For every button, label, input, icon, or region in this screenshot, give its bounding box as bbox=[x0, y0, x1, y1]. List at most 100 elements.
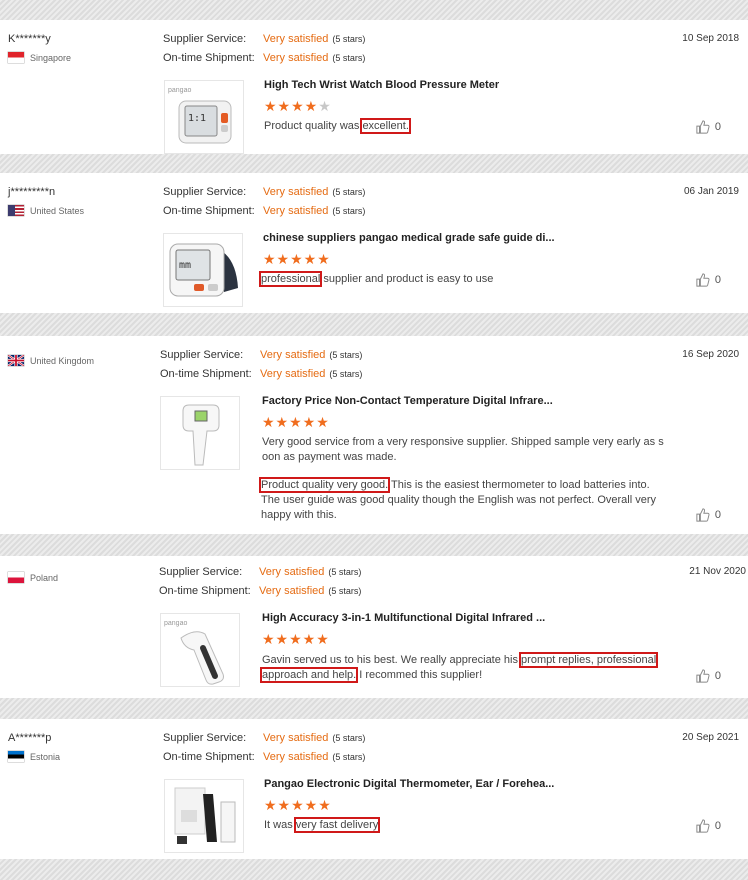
review-card: A*******p Estonia Supplier Service: Very … bbox=[0, 719, 748, 859]
comment-text: I recommed this supplier! bbox=[356, 669, 483, 681]
like-button[interactable]: 0 bbox=[696, 669, 721, 683]
like-count: 0 bbox=[714, 820, 721, 832]
supplier-service-rating: Supplier Service: Very satisfied (5 stars) bbox=[163, 732, 365, 744]
stars-text: (5 stars) bbox=[332, 53, 366, 63]
united-states-flag-icon bbox=[8, 205, 24, 216]
thumbs-up-icon bbox=[696, 120, 710, 134]
stars-text: (5 stars) bbox=[329, 350, 363, 360]
stars-text: (5 stars) bbox=[332, 206, 366, 216]
comment-text: Gavin served us to his best. We really a… bbox=[262, 654, 522, 666]
review-date: 20 Sep 2021 bbox=[682, 732, 739, 743]
thumbs-up-icon bbox=[696, 819, 710, 833]
rating-text: Very satisfied bbox=[259, 585, 325, 597]
country-label: Singapore bbox=[30, 52, 72, 63]
review-card: K*******y Singapore Supplier Service: Ver… bbox=[0, 20, 748, 154]
pangao-logo: pangao bbox=[164, 620, 187, 627]
comment-text: It was bbox=[264, 819, 296, 831]
reviewer-name: A*******p bbox=[8, 732, 52, 744]
reviewer-country: United Kingdom bbox=[8, 355, 94, 366]
like-count: 0 bbox=[714, 274, 721, 286]
like-button[interactable]: 0 bbox=[696, 120, 721, 134]
comment-text: Product quality was bbox=[264, 120, 363, 132]
product-thumbnail[interactable]: pangao 1:1 bbox=[164, 80, 244, 154]
arm-blood-pressure-monitor-image: mm bbox=[169, 243, 238, 297]
stars-text: (5 stars) bbox=[329, 369, 363, 379]
rating-text: Very satisfied bbox=[263, 186, 329, 198]
reviewer-name: K*******y bbox=[8, 33, 51, 45]
reviewer-country: Estonia bbox=[8, 751, 60, 762]
svg-text:mm: mm bbox=[179, 260, 191, 271]
review-comment: professional supplier and product is eas… bbox=[258, 271, 494, 287]
like-button[interactable]: 0 bbox=[696, 819, 721, 833]
comment-line: happy with this. bbox=[261, 509, 337, 521]
comment-line: The user guide was good quality though t… bbox=[261, 494, 657, 506]
product-title-link[interactable]: High Accuracy 3-in-1 Multifunctional Dig… bbox=[262, 612, 545, 624]
digital-thermometer-image bbox=[174, 787, 236, 844]
highlighted-phrase: very fast delivery bbox=[293, 817, 381, 833]
supplier-service-label: Supplier Service: bbox=[163, 186, 247, 198]
blood-pressure-monitor-image: pangao 1:1 bbox=[168, 87, 232, 144]
product-title-link[interactable]: chinese suppliers pangao medical grade s… bbox=[263, 232, 555, 244]
comment-line: oon as payment was made. bbox=[262, 451, 397, 463]
stars-text: (5 stars) bbox=[332, 733, 366, 743]
thumbs-up-icon bbox=[696, 273, 710, 287]
ontime-shipment-rating: On-time Shipment: Very satisfied (5 stars) bbox=[163, 751, 365, 763]
ontime-shipment-label: On-time Shipment: bbox=[163, 205, 255, 217]
product-thumbnail[interactable]: mm bbox=[163, 233, 243, 307]
stars-text: (5 stars) bbox=[332, 34, 366, 44]
rating-text: Very satisfied bbox=[263, 205, 329, 217]
supplier-service-label: Supplier Service: bbox=[163, 33, 247, 45]
highlighted-phrase: prompt replies, professional bbox=[519, 652, 659, 668]
product-title-link[interactable]: Pangao Electronic Digital Thermometer, E… bbox=[264, 778, 554, 790]
review-date: 21 Nov 2020 bbox=[689, 566, 746, 577]
like-button[interactable]: 0 bbox=[696, 508, 721, 522]
supplier-service-rating: Supplier Service: Very satisfied (5 stars) bbox=[160, 349, 362, 361]
highlighted-phrase: excellent. bbox=[360, 118, 411, 134]
review-date: 10 Sep 2018 bbox=[682, 33, 739, 44]
ontime-shipment-label: On-time Shipment: bbox=[163, 751, 255, 763]
singapore-flag-icon bbox=[8, 52, 24, 63]
review-date: 06 Jan 2019 bbox=[683, 186, 739, 197]
star-rating: ★★★★★ bbox=[262, 632, 330, 646]
rating-text: Very satisfied bbox=[260, 368, 326, 380]
reviewer-name: j*********n bbox=[8, 186, 56, 198]
united-kingdom-flag-icon bbox=[8, 355, 24, 366]
highlighted-phrase: Product quality very good. bbox=[258, 477, 391, 493]
star-rating: ★★★★★ bbox=[264, 798, 332, 812]
thumbs-up-icon bbox=[696, 669, 710, 683]
like-button[interactable]: 0 bbox=[696, 273, 721, 287]
estonia-flag-icon bbox=[8, 751, 24, 762]
poland-flag-icon bbox=[8, 572, 24, 583]
country-label: United States bbox=[30, 205, 85, 216]
ontime-shipment-label: On-time Shipment: bbox=[163, 52, 255, 64]
star-rating: ★★★★★ bbox=[264, 99, 332, 113]
product-title-link[interactable]: High Tech Wrist Watch Blood Pressure Met… bbox=[264, 79, 499, 91]
review-comment: Very good service from a very responsive… bbox=[262, 435, 664, 465]
rating-text: Very satisfied bbox=[263, 751, 329, 763]
stars-text: (5 stars) bbox=[332, 752, 366, 762]
comment-text: supplier and product is easy to use bbox=[320, 273, 494, 285]
ontime-shipment-label: On-time Shipment: bbox=[159, 585, 251, 597]
ontime-shipment-rating: On-time Shipment: Very satisfied (5 stars) bbox=[163, 205, 365, 217]
supplier-service-rating: Supplier Service: Very satisfied (5 stars) bbox=[159, 566, 361, 578]
supplier-service-label: Supplier Service: bbox=[160, 349, 244, 361]
supplier-service-rating: Supplier Service: Very satisfied (5 stars) bbox=[163, 33, 365, 45]
stars-text: (5 stars) bbox=[328, 586, 362, 596]
product-thumbnail[interactable]: pangao bbox=[160, 613, 240, 687]
star-icon: ★★★★ bbox=[264, 98, 319, 114]
star-rating: ★★★★★ bbox=[263, 252, 331, 266]
infrared-thermometer-image bbox=[182, 404, 220, 466]
like-count: 0 bbox=[714, 121, 721, 133]
review-card: Poland Supplier Service: Very satisfied (5… bbox=[0, 556, 748, 698]
like-count: 0 bbox=[714, 509, 721, 521]
review-comment: It was very fast delivery bbox=[264, 817, 381, 833]
highlighted-phrase: approach and help. bbox=[259, 667, 359, 683]
supplier-service-label: Supplier Service: bbox=[163, 732, 247, 744]
star-icon: ★★★★★ bbox=[262, 631, 330, 647]
country-label: Poland bbox=[30, 572, 59, 583]
product-thumbnail[interactable] bbox=[164, 779, 244, 853]
product-thumbnail[interactable] bbox=[160, 396, 240, 470]
product-title-link[interactable]: Factory Price Non-Contact Temperature Di… bbox=[262, 395, 553, 407]
review-card: j*********n United States Supplier Servi… bbox=[0, 173, 748, 313]
ontime-shipment-rating: On-time Shipment: Very satisfied (5 stars) bbox=[160, 368, 362, 380]
